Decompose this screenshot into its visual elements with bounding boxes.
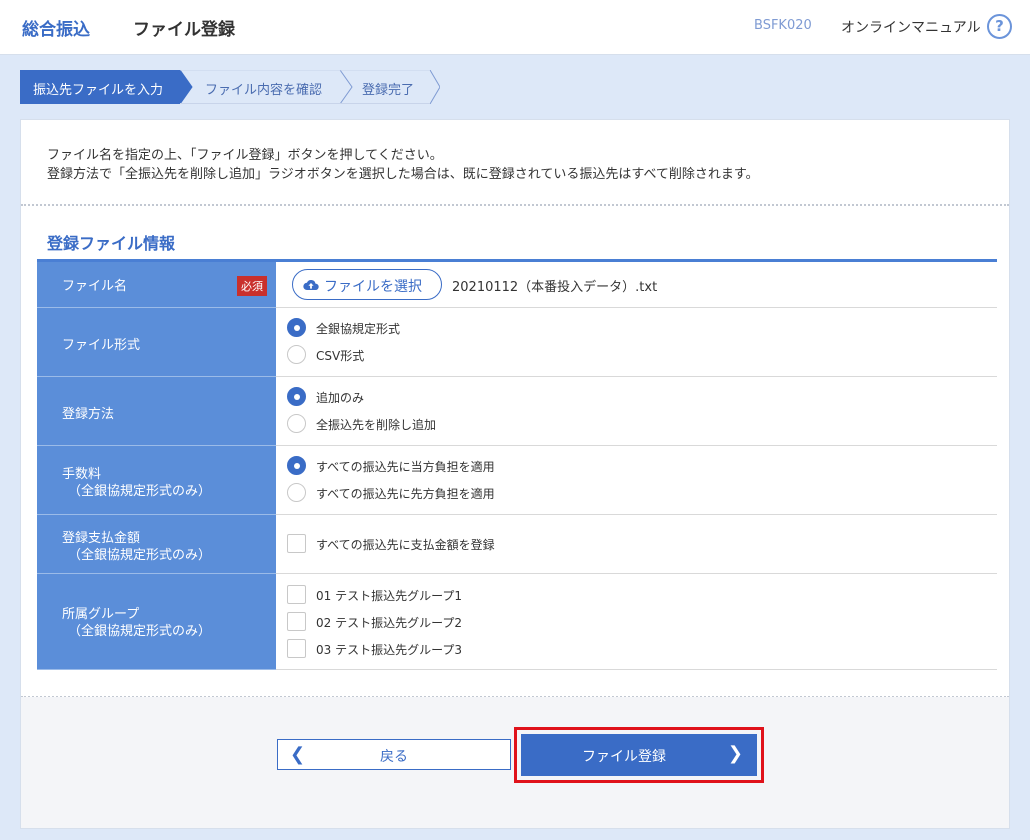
cloud-upload-icon	[303, 279, 319, 291]
row-payment-amount: 登録支払金額 （全銀協規定形式のみ） すべての振込先に支払金額を登録	[37, 515, 997, 574]
label-file-name: ファイル名 必須	[37, 262, 276, 308]
label-text: ファイル名	[62, 279, 128, 294]
radio-unselected-icon[interactable]	[287, 345, 306, 364]
checkbox-icon[interactable]	[287, 585, 306, 604]
label-group: 所属グループ （全銀協規定形式のみ）	[37, 574, 276, 670]
select-file-button[interactable]: ファイルを選択	[292, 269, 442, 300]
radio-fee-our-side[interactable]: すべての振込先に当方負担を適用	[287, 455, 887, 477]
file-register-button[interactable]: ファイル登録 ❯	[521, 734, 757, 776]
option-label: すべての振込先に先方負担を適用	[316, 487, 495, 501]
step-indicator: 振込先ファイルを入力 ファイル内容を確認 登録完了	[20, 70, 440, 104]
checkbox-group-3[interactable]: 03 テスト振込先グループ3	[287, 638, 887, 660]
checkbox-register-payment-amount[interactable]: すべての振込先に支払金額を登録	[287, 533, 887, 555]
radio-unselected-icon[interactable]	[287, 414, 306, 433]
online-manual-link[interactable]: オンラインマニュアル	[841, 17, 981, 37]
button-area: ❮ 戻る ファイル登録 ❯	[21, 697, 1009, 828]
option-label: CSV形式	[316, 349, 365, 363]
label-text: ファイル形式	[62, 338, 141, 353]
step-3-label: 登録完了	[362, 83, 415, 98]
page-title: ファイル登録	[133, 20, 235, 40]
help-icon[interactable]: ?	[987, 14, 1012, 39]
option-label: すべての振込先に当方負担を適用	[316, 460, 495, 474]
row-fee: 手数料 （全銀協規定形式のみ） すべての振込先に当方負担を適用 すべての振込先に…	[37, 446, 997, 515]
option-label: すべての振込先に支払金額を登録	[316, 538, 495, 552]
checkbox-group-1[interactable]: 01 テスト振込先グループ1	[287, 584, 887, 606]
instruction-line-2: 登録方法で「全振込先を削除し追加」ラジオボタンを選択した場合は、既に登録されてい…	[47, 167, 759, 182]
required-badge: 必須	[237, 276, 267, 296]
back-button-label: 戻る	[380, 749, 408, 765]
row-file-format: ファイル形式 全銀協規定形式 CSV形式	[37, 308, 997, 377]
checkbox-icon[interactable]	[287, 534, 306, 553]
chevron-right-icon: ❯	[727, 743, 743, 764]
radio-selected-icon[interactable]	[287, 456, 306, 475]
step-2-label: ファイル内容を確認	[205, 83, 323, 98]
radio-fee-recipient-side[interactable]: すべての振込先に先方負担を適用	[287, 482, 887, 504]
row-group: 所属グループ （全銀協規定形式のみ） 01 テスト振込先グループ1 02 テスト…	[37, 574, 997, 670]
step-3-arrow	[429, 70, 440, 104]
radio-add-only[interactable]: 追加のみ	[287, 386, 887, 408]
label-payment-amount: 登録支払金額 （全銀協規定形式のみ）	[37, 515, 276, 574]
label-fee: 手数料 （全銀協規定形式のみ）	[37, 446, 276, 515]
step-2-arrow	[339, 70, 353, 104]
row-file-name: ファイル名 必須 ファイルを選択 20210112（本番投入データ）.txt	[37, 262, 997, 308]
option-label: 02 テスト振込先グループ2	[316, 616, 462, 630]
radio-unselected-icon[interactable]	[287, 483, 306, 502]
main-panel: ファイル名を指定の上、「ファイル登録」ボタンを押してください。 登録方法で「全振…	[20, 119, 1010, 829]
select-file-label: ファイルを選択	[324, 279, 422, 295]
option-label: 全振込先を削除し追加	[316, 418, 437, 432]
option-label: 追加のみ	[316, 391, 365, 405]
service-name: 総合振込	[22, 20, 90, 40]
radio-file-format-zengin[interactable]: 全銀協規定形式	[287, 317, 887, 339]
label-file-format: ファイル形式	[37, 308, 276, 377]
app-header: 総合振込 ファイル登録 BSFK020 オンラインマニュアル ?	[0, 0, 1030, 55]
checkbox-group-2[interactable]: 02 テスト振込先グループ2	[287, 611, 887, 633]
checkbox-icon[interactable]	[287, 612, 306, 631]
section-title: 登録ファイル情報	[47, 234, 176, 253]
option-label: 全銀協規定形式	[316, 322, 401, 336]
label-subtext: （全銀協規定形式のみ）	[68, 548, 212, 563]
back-button[interactable]: ❮ 戻る	[277, 739, 511, 770]
label-text: 登録方法	[62, 407, 115, 422]
selected-file-name: 20210112（本番投入データ）.txt	[452, 280, 658, 295]
radio-file-format-csv[interactable]: CSV形式	[287, 344, 887, 366]
instruction-line-1: ファイル名を指定の上、「ファイル登録」ボタンを押してください。	[47, 148, 443, 163]
row-register-method: 登録方法 追加のみ 全振込先を削除し追加	[37, 377, 997, 446]
checkbox-icon[interactable]	[287, 639, 306, 658]
step-1-label: 振込先ファイルを入力	[33, 83, 164, 98]
radio-delete-all-and-add[interactable]: 全振込先を削除し追加	[287, 413, 887, 435]
file-register-button-label: ファイル登録	[582, 749, 666, 765]
label-subtext: （全銀協規定形式のみ）	[68, 624, 212, 639]
instructions: ファイル名を指定の上、「ファイル登録」ボタンを押してください。 登録方法で「全振…	[47, 146, 759, 184]
radio-selected-icon[interactable]	[287, 318, 306, 337]
screen-code: BSFK020	[754, 18, 812, 33]
option-label: 01 テスト振込先グループ1	[316, 589, 462, 603]
option-label: 03 テスト振込先グループ3	[316, 643, 462, 657]
label-subtext: （全銀協規定形式のみ）	[68, 484, 212, 499]
divider	[21, 204, 1009, 206]
label-register-method: 登録方法	[37, 377, 276, 446]
radio-selected-icon[interactable]	[287, 387, 306, 406]
